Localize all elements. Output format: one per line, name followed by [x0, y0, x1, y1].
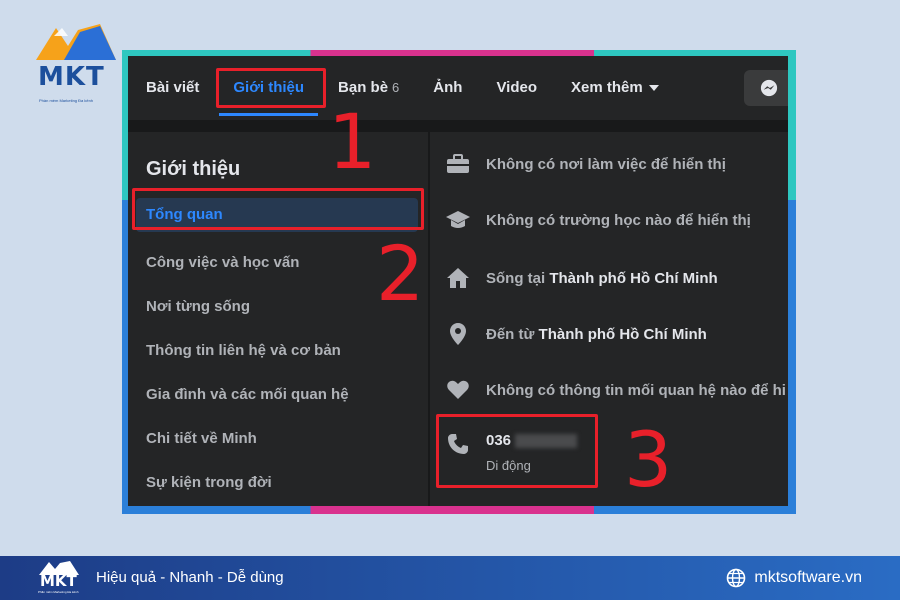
brand-logo: MKT Phần mềm Marketing Đa kênh	[30, 22, 120, 103]
nav-details-about[interactable]: Chi tiết về Minh	[146, 430, 257, 447]
about-title: Giới thiệu	[146, 158, 241, 180]
caret-down-icon	[648, 85, 659, 92]
overview-lives-in-row: Sống tại Thành phố Hồ Chí Minh	[444, 266, 718, 290]
friends-count: 6	[392, 80, 400, 95]
footer-bar: MKT Phần mềm Marketing Đa kênh Hiệu quả …	[0, 556, 900, 600]
footer-logo: MKT Phần mềm Marketing Đa kênh	[38, 560, 84, 596]
footer-website[interactable]: mktsoftware.vn	[726, 568, 862, 588]
location-pin-icon	[444, 322, 472, 346]
annotation-box-phone	[436, 414, 598, 488]
globe-icon	[726, 568, 746, 588]
frame-border	[788, 200, 796, 514]
tab-photos[interactable]: Ảnh	[433, 56, 462, 120]
facebook-profile-screen: Bài viết Giới thiệu Bạn bè 6 Ảnh Video Xe…	[128, 56, 788, 506]
tab-more[interactable]: Xem thêm	[571, 56, 659, 120]
overview-education-row: Không có trường học nào để hiển thị	[444, 208, 751, 232]
home-icon	[444, 266, 472, 290]
heart-icon	[444, 378, 472, 402]
annotation-box-about-tab	[216, 68, 326, 108]
nav-places-lived[interactable]: Nơi từng sống	[146, 298, 250, 315]
overview-relationship-row: Không có thông tin mối quan hệ nào để hi	[444, 378, 786, 402]
graduation-cap-icon	[444, 208, 472, 232]
nav-family-relationships[interactable]: Gia đình và các mối quan hệ	[146, 386, 349, 403]
nav-work-education[interactable]: Công việc và học vấn	[146, 254, 299, 271]
messenger-button[interactable]	[744, 70, 788, 106]
nav-contact-basic-info[interactable]: Thông tin liên hệ và cơ bản	[146, 342, 341, 359]
annotation-number-3: 3	[624, 415, 673, 504]
logo-subtext: Phần mềm Marketing Đa kênh	[39, 98, 94, 103]
logo-mountain-icon	[36, 24, 116, 60]
tab-posts[interactable]: Bài viết	[146, 56, 199, 120]
tab-videos[interactable]: Video	[496, 56, 537, 120]
footer-slogan: Hiệu quả - Nhanh - Dễ dùng	[96, 569, 284, 586]
annotation-number-2: 2	[376, 229, 425, 318]
briefcase-icon	[444, 152, 472, 176]
screenshot-frame: Bài viết Giới thiệu Bạn bè 6 Ảnh Video Xe…	[122, 50, 796, 514]
nav-life-events[interactable]: Sự kiện trong đời	[146, 474, 272, 491]
footer-website-text: mktsoftware.vn	[754, 569, 862, 586]
logo-text: MKT	[38, 62, 105, 92]
overview-work-row: Không có nơi làm việc để hiển thị	[444, 152, 726, 176]
annotation-number-1: 1	[328, 97, 377, 186]
from-city[interactable]: Thành phố Hồ Chí Minh	[539, 326, 707, 343]
overview-from-row: Đến từ Thành phố Hồ Chí Minh	[444, 322, 707, 346]
footer-logo-text: MKT	[40, 572, 77, 590]
lives-in-city[interactable]: Thành phố Hồ Chí Minh	[549, 270, 717, 287]
annotation-box-overview	[132, 188, 424, 230]
footer-logo-subtext: Phần mềm Marketing Đa kênh	[38, 590, 79, 594]
messenger-icon	[760, 79, 778, 97]
